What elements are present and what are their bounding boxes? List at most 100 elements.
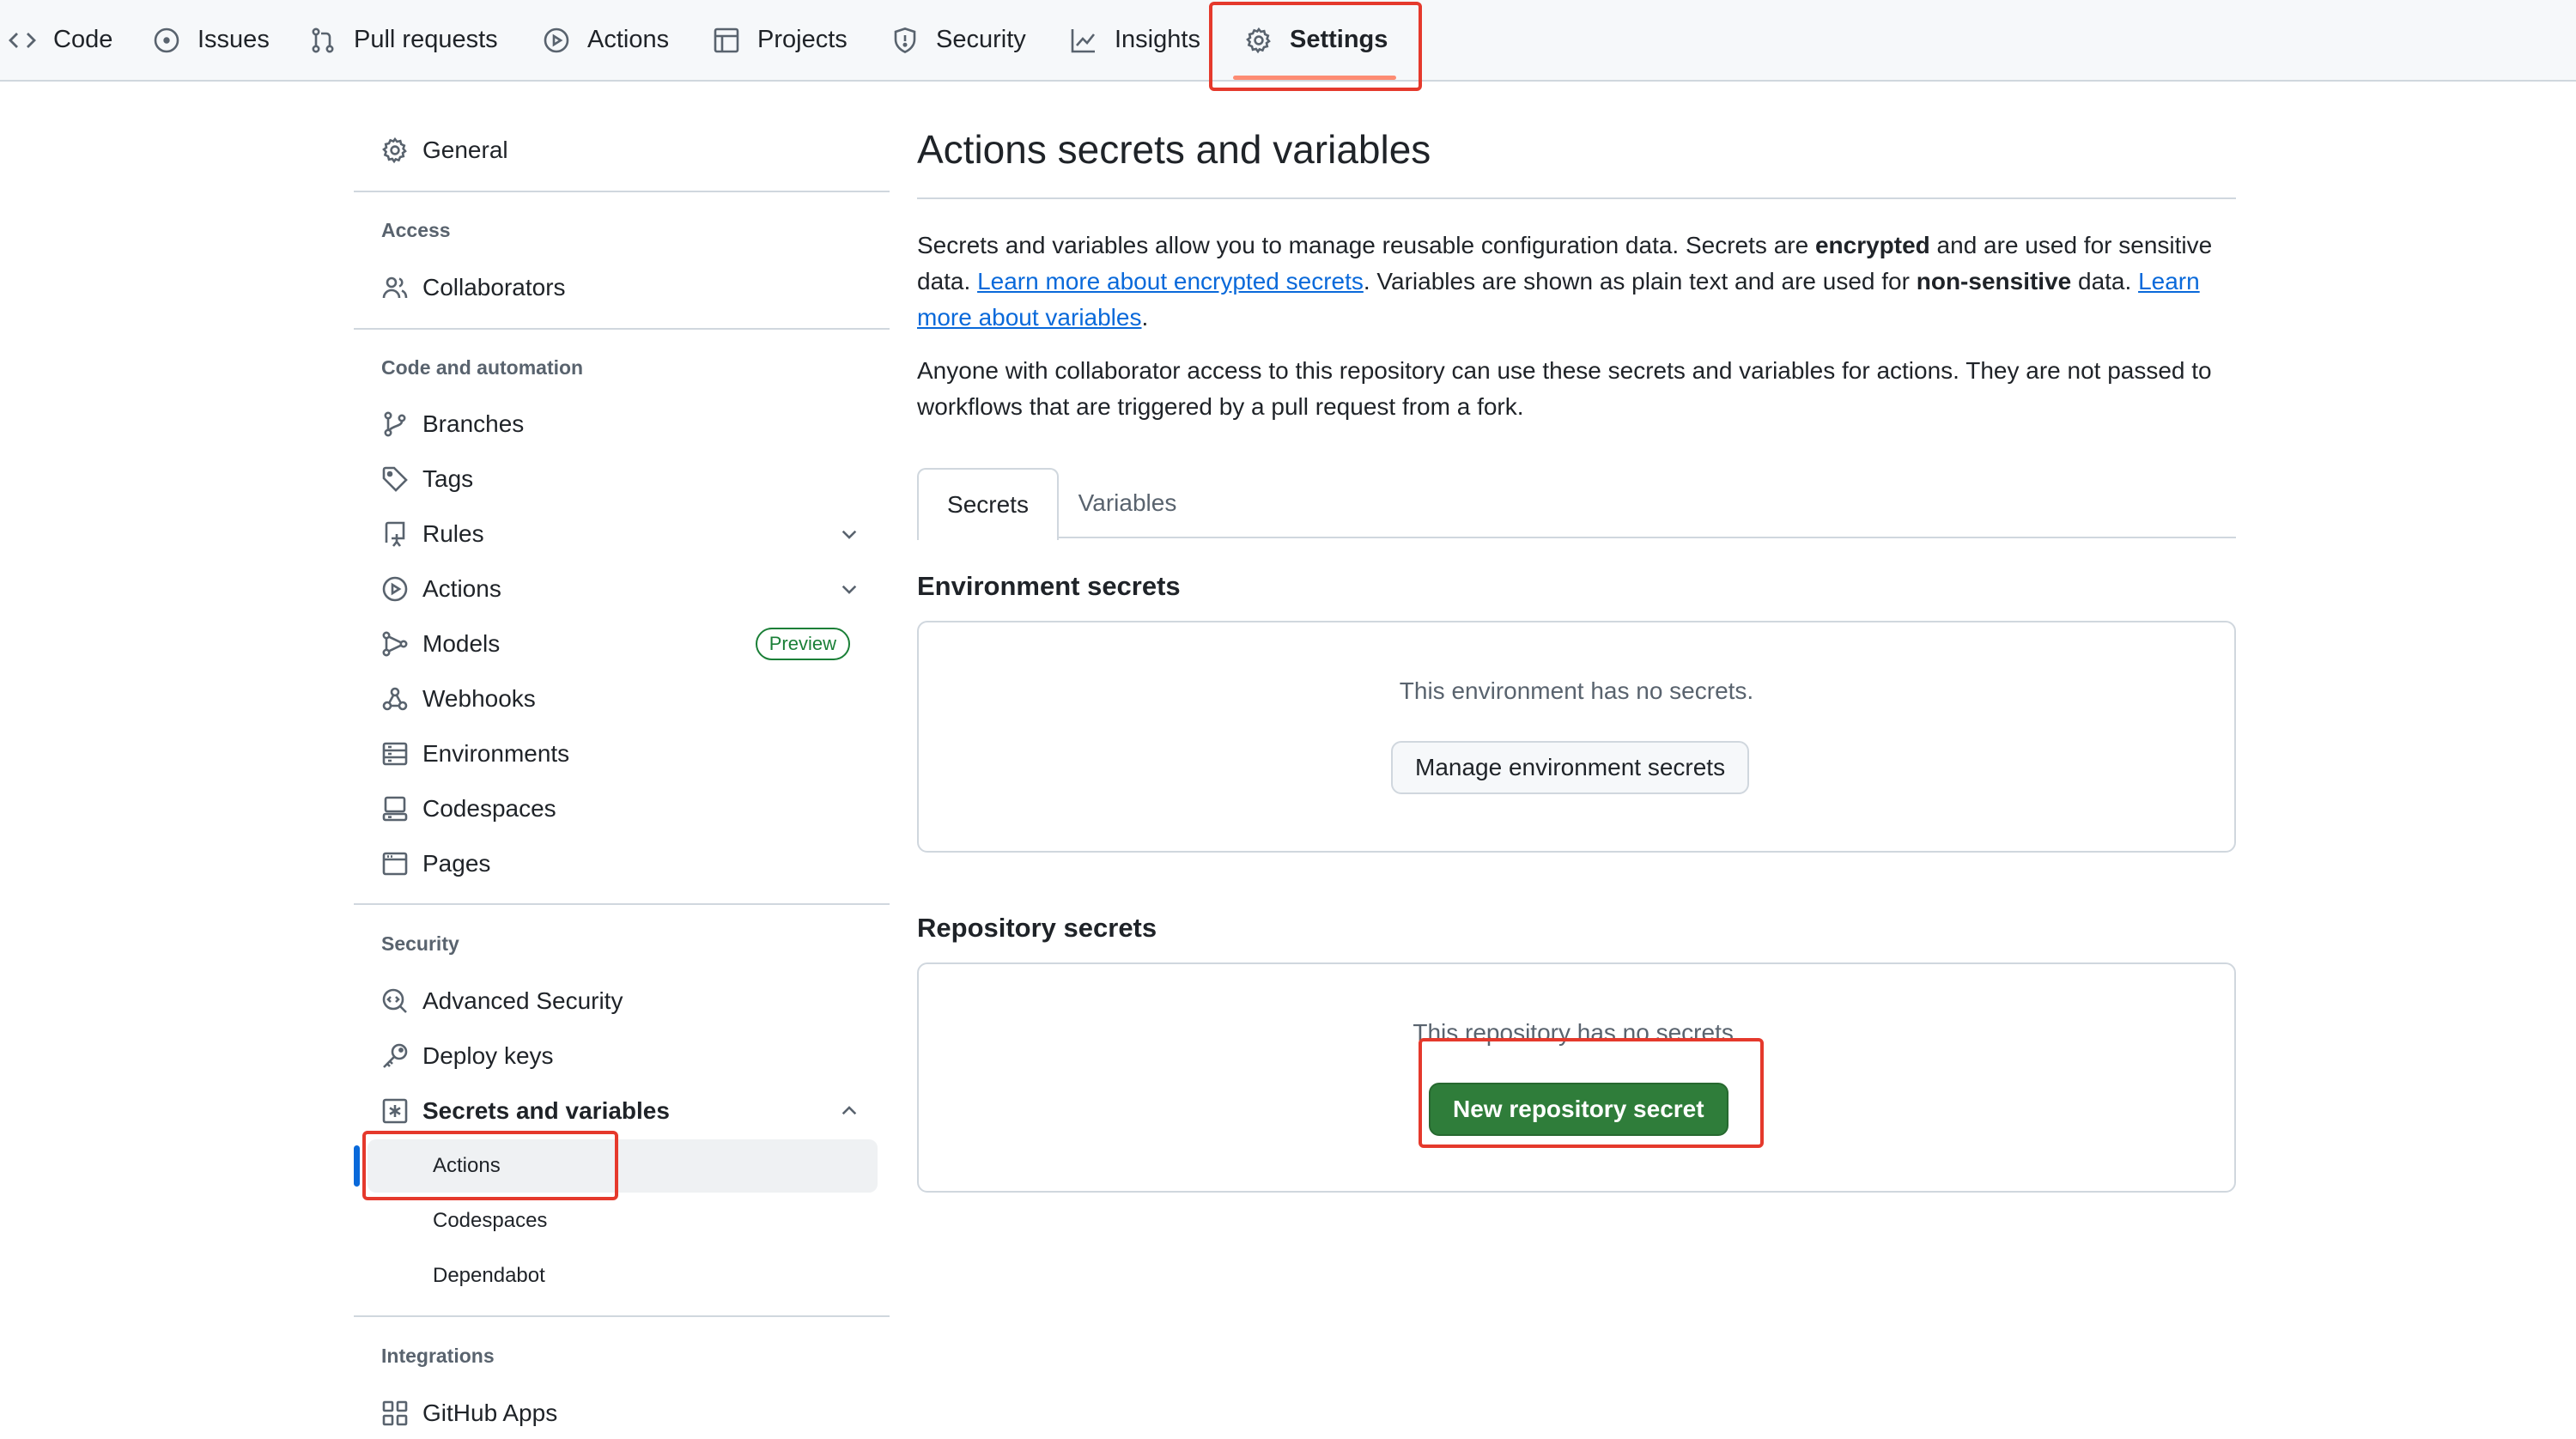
- sidebar-subitem-actions[interactable]: Actions: [368, 1139, 878, 1193]
- git-branch-icon: [384, 411, 406, 437]
- tab-settings-label: Settings: [1290, 26, 1388, 53]
- people-icon: [382, 276, 408, 299]
- repository-secrets-empty: This repository has no secrets.: [1413, 1019, 1741, 1046]
- tab-pull-requests[interactable]: Pull requests: [309, 0, 498, 80]
- new-repository-secret-button[interactable]: New repository secret: [1429, 1083, 1728, 1136]
- sidebar-item-tags[interactable]: Tags: [354, 453, 876, 505]
- sidebar-item-label: Codespaces: [422, 795, 556, 822]
- learn-more-encrypted-secrets-link[interactable]: Learn more about encrypted secrets: [977, 268, 1364, 294]
- sidebar-heading-code-automation: Code and automation: [381, 356, 584, 379]
- sidebar-item-label: Tags: [422, 465, 474, 492]
- intro-text: . Variables are shown as plain text and …: [1363, 268, 1917, 294]
- chevron-down-icon[interactable]: [838, 578, 860, 600]
- repo-push-icon: [385, 521, 405, 547]
- sidebar-heading-access: Access: [381, 219, 451, 241]
- server-icon: [382, 742, 408, 766]
- shield-icon: [894, 27, 916, 53]
- intro-bold-non-sensitive: non-sensitive: [1916, 268, 2072, 294]
- tab-projects[interactable]: Projects: [713, 0, 848, 80]
- sidebar-subitem-label: Codespaces: [433, 1209, 548, 1232]
- sidebar-item-label: Pages: [422, 850, 491, 877]
- sidebar-item-label: Branches: [422, 410, 525, 437]
- access-note: Anyone with collaborator access to this …: [917, 357, 2212, 420]
- tab-variables[interactable]: Variables: [1059, 468, 1196, 538]
- sidebar-item-secrets-and-variables[interactable]: Secrets and variables: [354, 1085, 876, 1137]
- sidebar-item-environments[interactable]: Environments: [354, 728, 876, 780]
- sidebar-item-codespaces[interactable]: Codespaces: [354, 783, 876, 835]
- sidebar-item-models[interactable]: Models Preview: [354, 618, 876, 670]
- sidebar-subitem-dependabot[interactable]: Dependabot: [368, 1249, 878, 1302]
- tab-settings[interactable]: Settings: [1245, 0, 1388, 80]
- webhook-icon: [382, 687, 408, 711]
- preview-badge: Preview: [755, 628, 850, 660]
- tab-issues-label: Issues: [197, 26, 270, 53]
- page-title: Actions secrets and variables: [917, 127, 1431, 172]
- gear-icon: [382, 137, 407, 164]
- sidebar-divider: [354, 903, 890, 905]
- sidebar-item-label: Actions: [422, 575, 501, 602]
- sidebar-heading-security: Security: [381, 932, 459, 955]
- intro-bold-encrypted: encrypted: [1814, 232, 1930, 258]
- intro-text: .: [1141, 304, 1149, 331]
- issue-opened-icon: [154, 27, 179, 52]
- sidebar-item-branches[interactable]: Branches: [354, 398, 876, 450]
- git-pull-request-icon: [312, 27, 334, 52]
- gear-icon: [1246, 27, 1271, 53]
- sidebar-divider: [354, 328, 890, 330]
- sidebar-subitem-label: Dependabot: [433, 1264, 545, 1287]
- sidebar-item-label: Secrets and variables: [422, 1097, 670, 1124]
- intro-text: Secrets and variables allow you to manag…: [917, 232, 1815, 258]
- code-icon: [9, 32, 36, 48]
- tab-insights[interactable]: Insights: [1070, 0, 1200, 80]
- sidebar-subitem-codespaces[interactable]: Codespaces: [368, 1194, 878, 1248]
- environment-secrets-box: This environment has no secrets. Manage …: [917, 621, 2236, 853]
- tab-code[interactable]: Code: [9, 0, 112, 80]
- graph-icon: [1071, 28, 1096, 52]
- codespaces-icon: [382, 796, 408, 822]
- sidebar-item-advanced-security[interactable]: Advanced Security: [354, 975, 876, 1027]
- repo-nav-bar: Code Issues Pull requests Actions Projec…: [0, 0, 2576, 82]
- ai-model-icon: [382, 631, 408, 657]
- sidebar-item-webhooks[interactable]: Webhooks: [354, 673, 876, 725]
- selected-indicator: [354, 1145, 360, 1187]
- sidebar-item-label: GitHub Apps: [422, 1400, 558, 1426]
- sidebar-item-rules[interactable]: Rules: [354, 508, 876, 560]
- sidebar-item-general[interactable]: General: [354, 124, 876, 176]
- sidebar-item-github-apps[interactable]: GitHub Apps: [354, 1387, 876, 1439]
- environment-secrets-title: Environment secrets: [917, 571, 1181, 601]
- tab-security[interactable]: Security: [891, 0, 1026, 80]
- tab-secrets[interactable]: Secrets: [917, 468, 1059, 540]
- tab-issues[interactable]: Issues: [153, 0, 270, 80]
- repository-secrets-box: This repository has no secrets. New repo…: [917, 962, 2236, 1193]
- tab-code-label: Code: [53, 26, 113, 53]
- intro-text: data.: [2071, 268, 2139, 294]
- sidebar-item-label: Environments: [422, 740, 570, 767]
- tab-actions[interactable]: Actions: [543, 0, 669, 80]
- tab-projects-label: Projects: [757, 26, 848, 53]
- sidebar-item-actions[interactable]: Actions: [354, 563, 876, 615]
- sidebar-item-label: Rules: [422, 520, 484, 547]
- sidebar-heading-integrations: Integrations: [381, 1345, 495, 1367]
- tab-insights-label: Insights: [1115, 26, 1200, 53]
- sidebar-item-pages[interactable]: Pages: [354, 838, 876, 890]
- sidebar-item-deploy-keys[interactable]: Deploy keys: [354, 1030, 876, 1082]
- sidebar-divider: [354, 1315, 890, 1317]
- codescan-icon: [382, 988, 407, 1013]
- sidebar-item-label: Models: [422, 630, 501, 657]
- repository-secrets-title: Repository secrets: [917, 913, 1157, 943]
- sidebar-item-label: General: [422, 137, 508, 163]
- sidebar-item-collaborators[interactable]: Collaborators: [354, 262, 876, 313]
- active-tab-underline: [1233, 76, 1396, 80]
- sidebar-divider: [354, 191, 890, 192]
- key-asterisk-icon: [382, 1098, 408, 1124]
- sidebar-item-label: Collaborators: [422, 274, 566, 301]
- tab-actions-label: Actions: [587, 26, 670, 53]
- tab-pull-requests-label: Pull requests: [354, 26, 498, 53]
- manage-environment-secrets-button[interactable]: Manage environment secrets: [1391, 741, 1750, 794]
- chevron-up-icon[interactable]: [838, 1100, 860, 1122]
- key-icon: [383, 1043, 408, 1068]
- chevron-down-icon[interactable]: [838, 523, 860, 545]
- secrets-variables-tabs: Secrets Variables: [917, 468, 2236, 540]
- browser-icon: [382, 852, 408, 876]
- tag-icon: [382, 466, 408, 492]
